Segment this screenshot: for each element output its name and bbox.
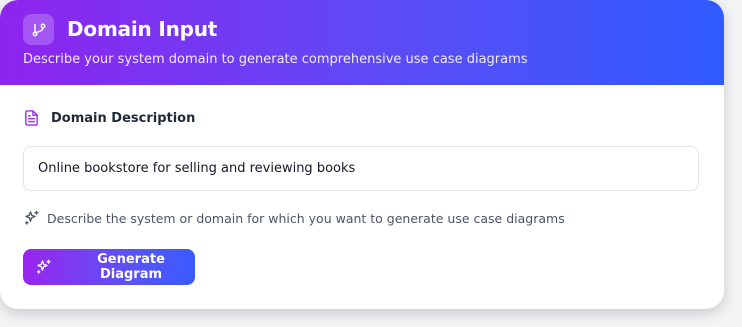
document-icon <box>23 109 40 127</box>
domain-description-input[interactable] <box>23 146 699 191</box>
generate-diagram-button[interactable]: Generate Diagram <box>23 249 195 285</box>
domain-hint: Describe the system or domain for which … <box>23 209 565 227</box>
page-subtitle: Describe your system domain to generate … <box>23 52 528 67</box>
sparkles-icon <box>23 209 41 227</box>
domain-input-card: Domain Input Describe your system domain… <box>0 0 724 309</box>
git-branch-icon <box>23 14 54 45</box>
card-header: Domain Input Describe your system domain… <box>0 0 724 85</box>
page-title: Domain Input <box>67 17 218 41</box>
hint-text: Describe the system or domain for which … <box>47 210 565 226</box>
generate-button-label: Generate Diagram <box>97 252 165 282</box>
section-label-text: Domain Description <box>51 110 196 126</box>
domain-description-label: Domain Description <box>23 109 195 127</box>
sparkles-icon <box>35 258 53 276</box>
